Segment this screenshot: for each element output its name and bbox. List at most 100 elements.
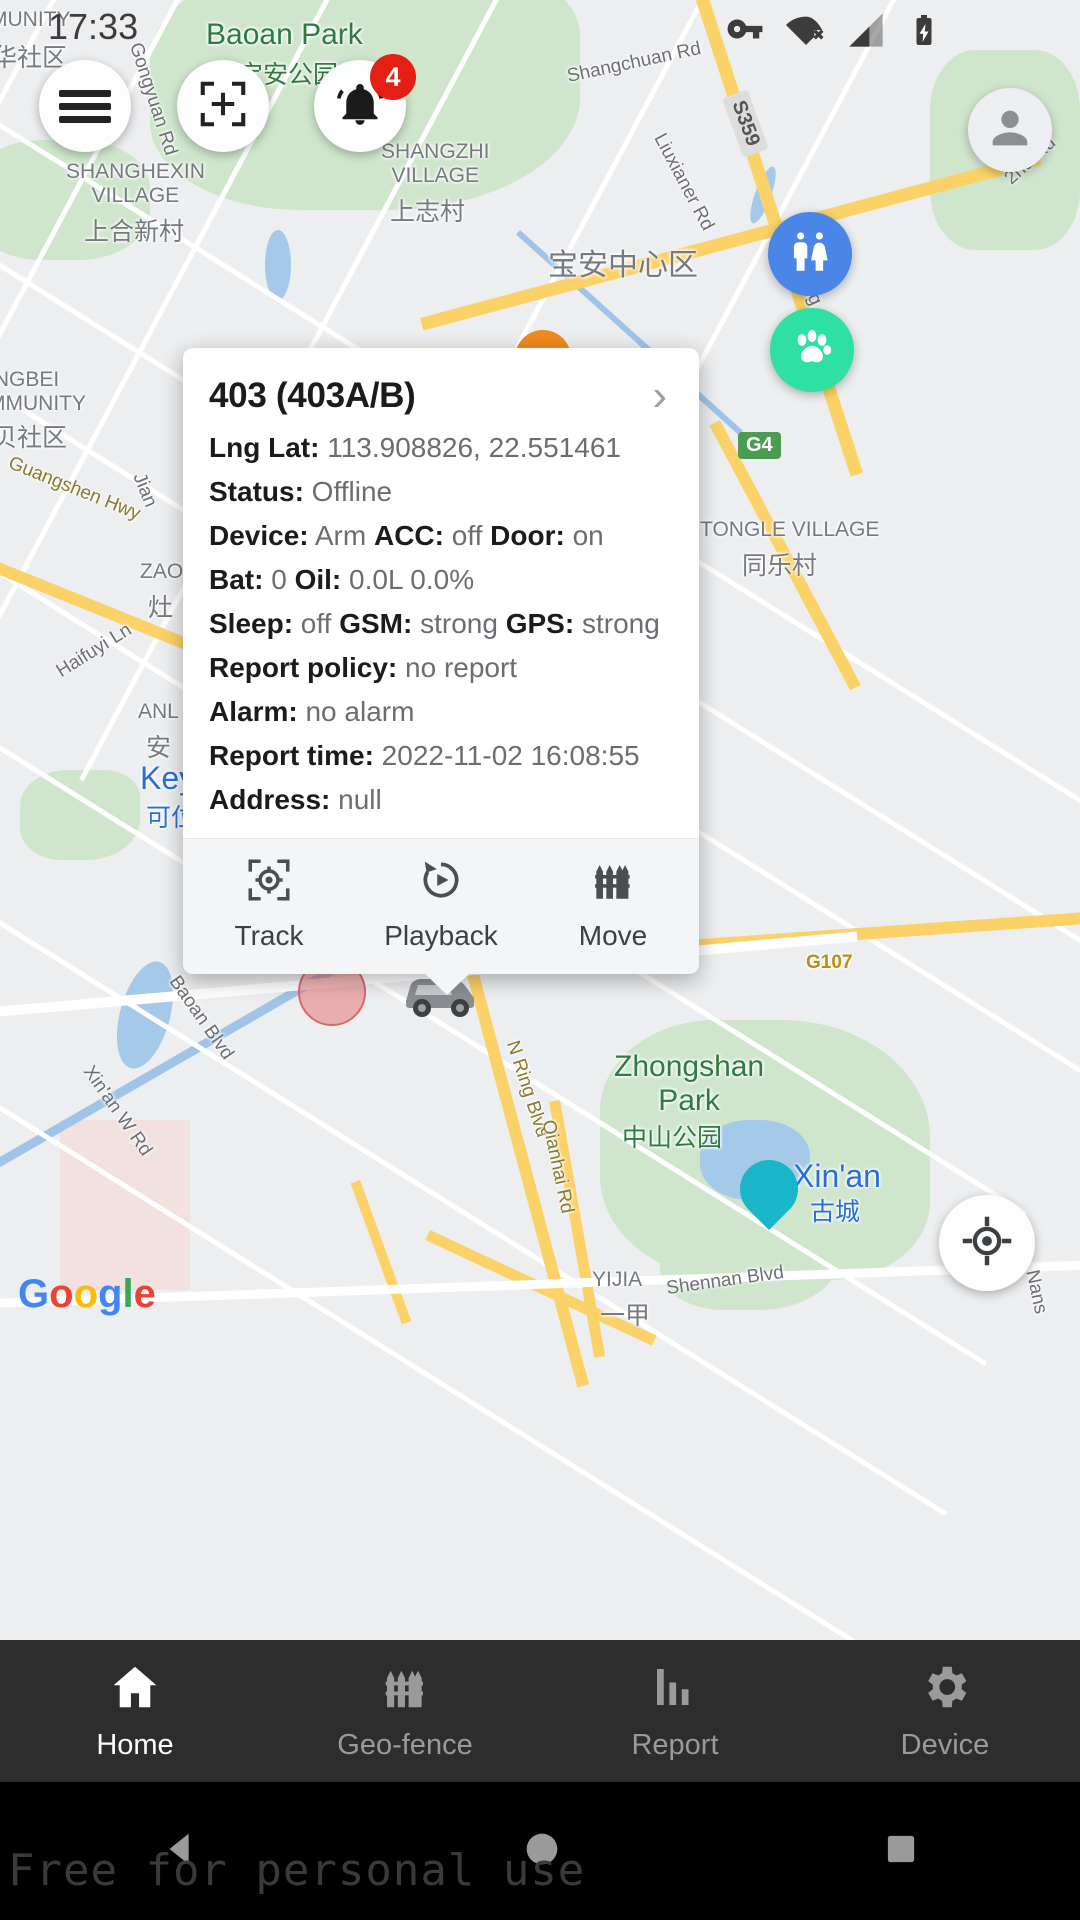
fit-bounds-icon <box>196 77 250 136</box>
nav-label: Home <box>96 1729 174 1761</box>
water-body <box>265 230 291 300</box>
detail-value: no alarm <box>297 696 415 727</box>
detail-value: no report <box>397 652 518 683</box>
action-move-button[interactable]: Move <box>527 839 699 974</box>
green-area-3 <box>20 770 140 860</box>
action-track-button[interactable]: Track <box>183 839 355 974</box>
detail-value: off <box>443 520 483 551</box>
map-label: 灶 <box>148 594 174 622</box>
family-button[interactable] <box>768 212 852 296</box>
detail-value: strong <box>574 608 660 639</box>
alerts-button[interactable]: 4 <box>314 54 416 152</box>
family-icon <box>785 227 835 282</box>
detail-label: Sleep: <box>209 608 294 639</box>
chevron-right-icon[interactable]: › <box>652 374 673 418</box>
action-label: Track <box>234 920 304 951</box>
menu-button[interactable] <box>39 60 131 152</box>
detail-value: off <box>293 608 332 639</box>
detail-row: Sleep: off GSM: strong GPS: strong <box>209 602 673 646</box>
detail-row: Address: null <box>209 778 673 822</box>
alert-badge: 4 <box>370 54 416 100</box>
detail-label: Device: <box>209 520 309 551</box>
detail-label: Door: <box>490 520 565 551</box>
account-icon <box>984 102 1036 159</box>
nav-label: Geo-fence <box>337 1729 473 1761</box>
bar-chart-icon <box>648 1660 702 1719</box>
nav-label: Report <box>631 1729 719 1761</box>
pet-button[interactable] <box>770 308 854 392</box>
road-label: Shangchuan Rd <box>565 38 703 87</box>
map-label: 贝社区 <box>0 424 68 452</box>
map-label: 中山公园 <box>622 1124 723 1152</box>
detail-row: Status: Offline <box>209 470 673 514</box>
map-label: 安 <box>146 734 172 762</box>
detail-label: Report policy: <box>209 652 398 683</box>
nav-label: Device <box>900 1729 990 1761</box>
map-label: Xin'an <box>793 1158 881 1194</box>
map-label: 古城 <box>810 1198 861 1226</box>
detail-label: GPS: <box>505 608 575 639</box>
fence-icon <box>588 865 638 909</box>
watermark: Free for personal use <box>8 1845 586 1896</box>
detail-label: Address: <box>209 784 331 815</box>
google-logo: Google <box>18 1272 156 1316</box>
paw-icon <box>788 324 836 377</box>
detail-label: Lng Lat: <box>209 432 320 463</box>
map-label-baoan-park: Baoan Park <box>206 18 363 51</box>
detail-value: Arm <box>308 520 367 551</box>
action-label: Playback <box>384 920 498 951</box>
detail-label: GSM: <box>339 608 413 639</box>
my-location-icon <box>959 1213 1015 1274</box>
detail-row: Report time: 2022-11-02 16:08:55 <box>209 734 673 778</box>
bottom-navigation[interactable]: Home Geo-fence Report Device <box>0 1640 1080 1782</box>
recents-square-icon[interactable] <box>880 1828 922 1875</box>
detail-row: Bat: 0 Oil: 0.0L 0.0% <box>209 558 673 602</box>
device-title: 403 (403A/B) <box>209 376 416 415</box>
detail-label: Oil: <box>294 564 342 595</box>
detail-value: 0.0L 0.0% <box>341 564 475 595</box>
map-label: ZAO <box>140 560 184 583</box>
action-playback-button[interactable]: Playback <box>355 839 527 974</box>
fit-bounds-button[interactable] <box>177 60 269 152</box>
map-label: TONGLE VILLAGE <box>700 518 880 541</box>
detail-value: on <box>564 520 604 551</box>
road-label: Nans <box>1021 1268 1052 1316</box>
home-icon <box>108 1660 162 1719</box>
map-label: 一甲 <box>600 1302 651 1330</box>
detail-label: Bat: <box>209 564 264 595</box>
map-label-zhongshan: Zhongshan Park <box>614 1050 765 1117</box>
detail-value: Offline <box>303 476 393 507</box>
card-header: 403 (403A/B) › <box>183 348 699 426</box>
detail-value: 2022-11-02 16:08:55 <box>373 740 640 771</box>
road-label: Liuxianer Rd <box>649 130 719 235</box>
detail-row: Alarm: no alarm <box>209 690 673 734</box>
map-label: SHANGHEXIN VILLAGE <box>66 160 205 207</box>
nav-item-device[interactable]: Device <box>810 1640 1080 1782</box>
my-location-button[interactable] <box>939 1195 1035 1291</box>
zone-highlight <box>60 1120 190 1290</box>
detail-label: Status: <box>209 476 304 507</box>
gear-icon <box>918 1660 972 1719</box>
map-label: 上志村 <box>390 198 466 226</box>
account-button[interactable] <box>968 88 1052 172</box>
detail-value: 0 <box>263 564 287 595</box>
fence-icon <box>378 1660 432 1719</box>
card-action-bar: Track Playback Move <box>183 838 699 974</box>
map-label: YIJIA <box>592 1268 643 1291</box>
card-pointer <box>423 972 471 995</box>
track-crosshair-icon <box>244 859 294 909</box>
action-label: Move <box>578 920 648 951</box>
nav-item-report[interactable]: Report <box>540 1640 810 1782</box>
detail-row: Lng Lat: 113.908826, 22.551461 <box>209 426 673 470</box>
map-label: 同乐村 <box>742 552 818 580</box>
road-shield: G4 <box>738 432 781 459</box>
map-label: ANL <box>138 700 179 723</box>
device-detail-rows: Lng Lat: 113.908826, 22.551461 Status: Of… <box>183 426 699 838</box>
map-label: 宝安中心区 <box>548 249 698 282</box>
detail-value: null <box>330 784 382 815</box>
device-info-card[interactable]: 403 (403A/B) › Lng Lat: 113.908826, 22.5… <box>183 348 699 995</box>
replay-icon <box>416 861 466 909</box>
detail-label: Report time: <box>209 740 374 771</box>
nav-item-geofence[interactable]: Geo-fence <box>270 1640 540 1782</box>
nav-item-home[interactable]: Home <box>0 1640 270 1782</box>
